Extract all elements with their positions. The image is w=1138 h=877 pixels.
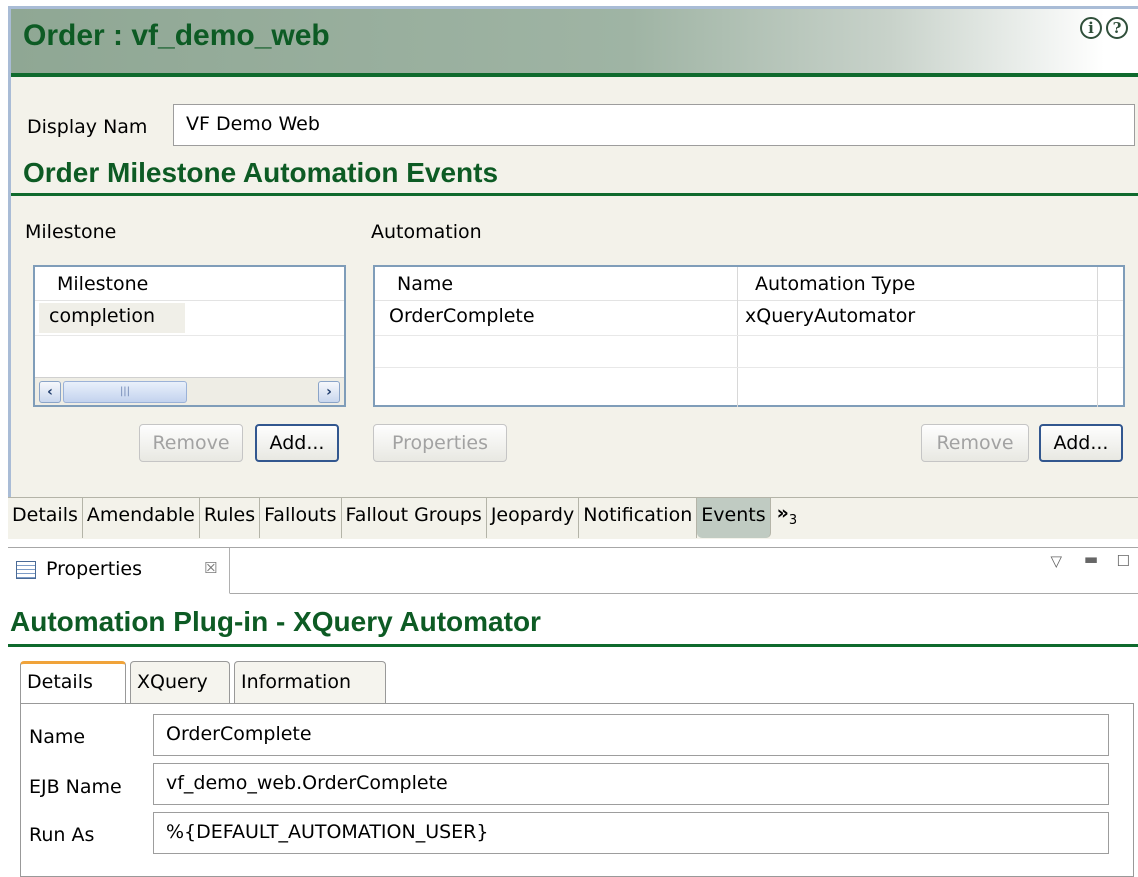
tab-events[interactable]: Events (697, 498, 771, 538)
automation-table-header: Name Automation Type (375, 267, 1123, 301)
column-header-milestone[interactable]: Milestone (57, 273, 148, 295)
ptab-details[interactable]: Details (20, 661, 126, 704)
grid-line (35, 335, 344, 336)
maximize-icon[interactable]: ☐ (1117, 552, 1130, 570)
close-icon[interactable]: ☒ (204, 559, 217, 577)
milestone-remove-button[interactable]: Remove (139, 424, 243, 462)
tab-fallouts[interactable]: Fallouts (260, 498, 342, 538)
display-name-label: Display Nam (27, 116, 148, 138)
info-icon[interactable]: i (1080, 17, 1102, 39)
automation-remove-button[interactable]: Remove (921, 424, 1029, 462)
tab-notification[interactable]: Notification (579, 498, 698, 538)
view-tab-strip: ▽ ▬ ☐ (230, 548, 1138, 594)
table-row[interactable]: completion (49, 305, 155, 327)
tab-overflow-button[interactable]: »3 (771, 498, 804, 539)
header-rule (11, 73, 1138, 77)
properties-button[interactable]: Properties (373, 424, 507, 462)
column-divider (1097, 267, 1098, 407)
section-rule (11, 193, 1138, 196)
order-editor: Order : vf_demo_web i ? Display Nam VF D… (8, 6, 1138, 539)
scroll-thumb[interactable]: ||| (63, 381, 187, 403)
automation-table[interactable]: Name Automation Type OrderComplete xQuer… (373, 265, 1125, 407)
ejb-name-field[interactable]: vf_demo_web.OrderComplete (153, 763, 1109, 805)
run-as-field[interactable]: %{DEFAULT_AUTOMATION_USER} (153, 812, 1109, 854)
help-icon[interactable]: ? (1106, 17, 1128, 39)
form-header: Order : vf_demo_web i ? (11, 9, 1138, 73)
editor-tab-bar: Details Amendable Rules Fallouts Fallout… (8, 497, 1138, 539)
milestone-table-header: Milestone (35, 267, 344, 301)
editor-title: Order : vf_demo_web (23, 19, 330, 52)
overflow-chevron-icon: » (776, 502, 789, 524)
table-cell-type[interactable]: xQueryAutomator (745, 305, 915, 327)
ejb-name-label: EJB Name (29, 776, 122, 798)
scroll-right-icon[interactable]: › (318, 381, 340, 403)
tab-rules[interactable]: Rules (200, 498, 261, 538)
milestone-hscrollbar[interactable]: ‹ ||| › (35, 377, 344, 405)
name-field[interactable]: OrderComplete (153, 714, 1109, 756)
properties-view-label: Properties (46, 558, 143, 580)
column-divider (737, 267, 738, 407)
tab-fallout-groups[interactable]: Fallout Groups (342, 498, 487, 538)
column-header-automation-type[interactable]: Automation Type (755, 273, 915, 295)
tab-amendable[interactable]: Amendable (83, 498, 200, 538)
column-header-name[interactable]: Name (397, 273, 453, 295)
ptab-xquery[interactable]: XQuery (130, 661, 230, 703)
details-panel: Name OrderComplete EJB Name vf_demo_web.… (20, 703, 1134, 877)
overflow-count: 3 (788, 512, 798, 528)
milestone-table[interactable]: Milestone completion ‹ ||| › (33, 265, 346, 407)
ptab-information[interactable]: Information (234, 661, 386, 703)
milestone-section-label: Milestone (25, 221, 117, 243)
tab-details[interactable]: Details (8, 498, 83, 538)
tab-jeopardy[interactable]: Jeopardy (487, 498, 580, 538)
section-title: Order Milestone Automation Events (23, 157, 499, 188)
view-menu-icon[interactable]: ▽ (1050, 552, 1062, 570)
name-label: Name (29, 726, 86, 748)
display-name-input[interactable]: VF Demo Web (173, 104, 1135, 146)
run-as-label: Run As (29, 824, 95, 846)
table-cell-name[interactable]: OrderComplete (389, 305, 535, 327)
grid-line (375, 367, 1123, 368)
properties-title: Automation Plug-in - XQuery Automator (10, 606, 541, 637)
grid-line (375, 335, 1123, 336)
properties-view-tab[interactable]: Properties ☒ (8, 548, 230, 594)
properties-title-rule (8, 644, 1138, 647)
minimize-icon[interactable]: ▬ (1084, 550, 1098, 568)
automation-section-label: Automation (371, 221, 482, 243)
properties-icon (16, 561, 36, 579)
automation-add-button[interactable]: Add... (1039, 424, 1123, 462)
scroll-left-icon[interactable]: ‹ (39, 381, 61, 403)
properties-view: Properties ☒ ▽ ▬ ☐ Automation Plug-in - … (8, 547, 1138, 877)
milestone-add-button[interactable]: Add... (255, 424, 339, 462)
